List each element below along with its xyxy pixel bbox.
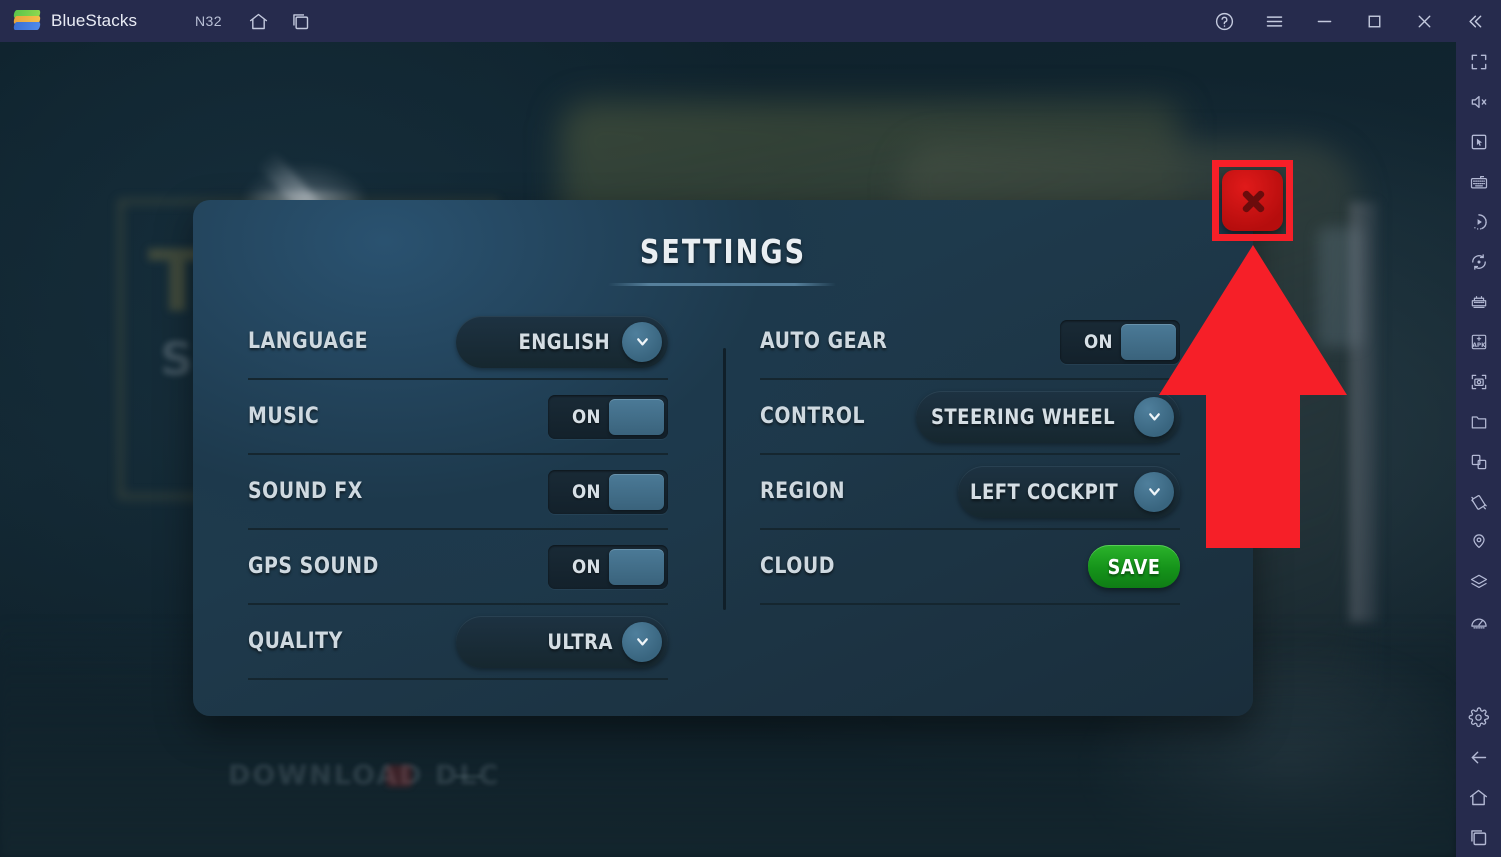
setting-label: CONTROL — [760, 404, 866, 429]
recents-icon[interactable] — [284, 4, 318, 38]
instance-label: N32 — [195, 13, 222, 29]
dropdown-value: STEERING WHEEL — [930, 404, 1116, 429]
speedometer-icon[interactable] — [1456, 602, 1501, 642]
keyboard-icon[interactable] — [1456, 162, 1501, 202]
help-icon[interactable] — [1207, 4, 1241, 38]
setting-row-quality: QUALITY ULTRA — [248, 605, 668, 680]
quality-dropdown[interactable]: ULTRA — [456, 615, 668, 668]
bluestacks-window: TRUCK SIMULATOR DOWNLOAD DLC SETTINGS LA… — [0, 0, 1501, 857]
music-toggle[interactable]: ON — [548, 394, 668, 439]
location-pin-icon[interactable] — [1456, 522, 1501, 562]
svg-text:APK: APK — [1472, 343, 1486, 349]
sound-fx-toggle[interactable]: ON — [548, 469, 668, 514]
fullscreen-icon[interactable] — [1456, 42, 1501, 82]
setting-row-sound-fx: SOUND FX ON — [248, 455, 668, 530]
setting-row-region: REGION LEFT COCKPIT — [760, 455, 1180, 530]
highlight-box-annotation — [1212, 160, 1293, 241]
screenshot-icon[interactable] — [1456, 362, 1501, 402]
back-arrow-icon[interactable] — [1456, 737, 1501, 777]
toggle-knob[interactable] — [609, 398, 664, 435]
maximize-icon[interactable] — [1357, 4, 1391, 38]
truck-exhaust-blur — [1350, 202, 1378, 622]
column-divider — [723, 348, 726, 610]
save-button-label: SAVE — [1107, 554, 1161, 579]
setting-row-cloud: CLOUD SAVE — [760, 530, 1180, 605]
layers-icon[interactable] — [1456, 562, 1501, 602]
home-icon[interactable] — [1456, 777, 1501, 817]
toggle-knob[interactable] — [609, 548, 664, 585]
toggle-knob[interactable] — [609, 473, 664, 510]
multi-instance-icon[interactable] — [1456, 442, 1501, 482]
minimize-icon[interactable] — [1307, 4, 1341, 38]
up-arrow-annotation — [1159, 245, 1347, 548]
home-icon[interactable] — [242, 4, 276, 38]
setting-label: REGION — [760, 479, 846, 504]
window-titlebar: BlueStacks N32 — [0, 0, 1501, 42]
setting-row-music: MUSIC ON — [248, 380, 668, 455]
region-dropdown[interactable]: LEFT COCKPIT — [957, 465, 1180, 518]
title-underline — [608, 283, 836, 286]
toggle-state-label: ON — [571, 480, 601, 503]
chevron-down-icon[interactable] — [622, 321, 662, 362]
dlc-badge — [386, 765, 412, 787]
setting-label: CLOUD — [760, 554, 836, 579]
apk-install-icon[interactable]: APK — [1456, 322, 1501, 362]
bluestacks-logo-icon — [13, 10, 41, 32]
recents-icon[interactable] — [1456, 817, 1501, 857]
setting-row-language: LANGUAGE ENGLISH — [248, 305, 668, 380]
cursor-pointer-icon[interactable] — [1456, 122, 1501, 162]
gear-icon[interactable] — [1456, 697, 1501, 737]
setting-row-gps-sound: GPS SOUND ON — [248, 530, 668, 605]
dropdown-value: ULTRA — [547, 629, 613, 654]
window-controls — [1191, 4, 1501, 38]
dropdown-value: ENGLISH — [518, 329, 611, 354]
collapse-sidebar-icon[interactable] — [1457, 4, 1491, 38]
setting-label: QUALITY — [248, 629, 343, 654]
settings-dialog: SETTINGS LANGUAGE ENGLISH MUSIC ON SOUND… — [193, 200, 1253, 716]
page-title: SETTINGS — [639, 232, 807, 271]
control-dropdown[interactable]: STEERING WHEEL — [915, 390, 1180, 443]
close-window-icon[interactable] — [1407, 4, 1441, 38]
gps-sound-toggle[interactable]: ON — [548, 544, 668, 589]
sync-rotate-icon[interactable] — [1456, 242, 1501, 282]
settings-right-column: AUTO GEAR ON CONTROL STEERING WHEEL REGI… — [760, 305, 1180, 605]
setting-label: LANGUAGE — [248, 329, 369, 354]
dropdown-value: LEFT COCKPIT — [969, 479, 1118, 504]
setting-label: SOUND FX — [248, 479, 363, 504]
toggle-state-label: ON — [1083, 330, 1113, 353]
toggle-state-label: ON — [571, 555, 601, 578]
bluestacks-sidebar: APK — [1456, 42, 1501, 857]
setting-label: GPS SOUND — [248, 554, 379, 579]
app-name: BlueStacks — [51, 11, 138, 30]
gamepad-controls-icon[interactable] — [1456, 282, 1501, 322]
setting-row-auto-gear: AUTO GEAR ON — [760, 305, 1180, 380]
mute-icon[interactable] — [1456, 82, 1501, 122]
language-dropdown[interactable]: ENGLISH — [456, 315, 668, 368]
chevron-down-icon[interactable] — [622, 621, 662, 662]
menu-dash-decoration — [455, 775, 481, 778]
cloud-save-button[interactable]: SAVE — [1088, 545, 1180, 588]
toggle-state-label: ON — [571, 405, 601, 428]
setting-row-control: CONTROL STEERING WHEEL — [760, 380, 1180, 455]
folder-icon[interactable] — [1456, 402, 1501, 442]
settings-left-column: LANGUAGE ENGLISH MUSIC ON SOUND FX ON GP… — [248, 305, 668, 680]
shake-device-icon[interactable] — [1456, 482, 1501, 522]
macro-play-icon[interactable] — [1456, 202, 1501, 242]
setting-label: AUTO GEAR — [760, 329, 888, 354]
hamburger-menu-icon[interactable] — [1257, 4, 1291, 38]
setting-label: MUSIC — [248, 404, 320, 429]
